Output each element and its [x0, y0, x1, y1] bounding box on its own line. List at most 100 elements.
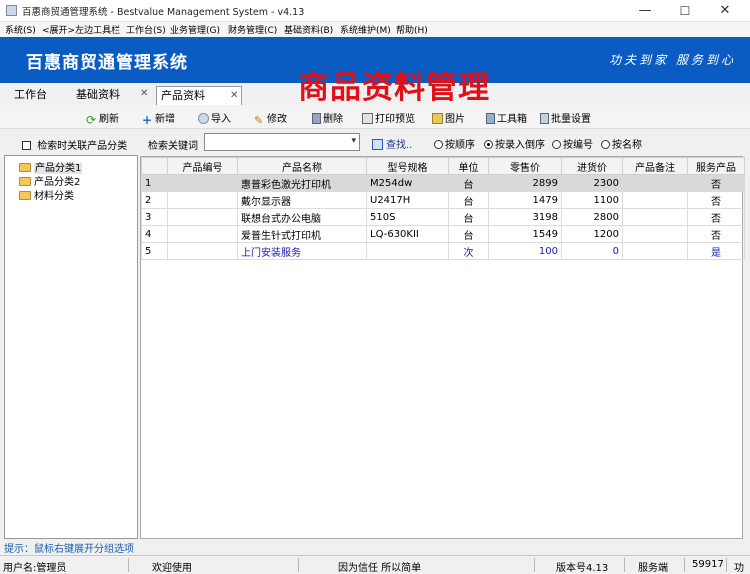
cell-model[interactable]: LQ-630KII [366, 225, 449, 243]
delete-button[interactable]: 删除 [312, 110, 343, 126]
cell-model[interactable] [366, 242, 449, 260]
sort-by-order-radio[interactable]: 按顺序 [434, 136, 475, 151]
menu-maintenance[interactable]: 系统维护(M) [340, 23, 391, 36]
radio-button[interactable] [434, 140, 443, 149]
column-header-service[interactable]: 服务产品 [687, 157, 745, 175]
search-input[interactable]: ▾ [204, 133, 360, 151]
column-header-remark[interactable]: 产品备注 [622, 157, 688, 175]
cell-purchase-price[interactable]: 0 [561, 242, 623, 260]
cell-remark[interactable] [622, 191, 688, 209]
cell-remark[interactable] [622, 242, 688, 260]
tab-close-icon[interactable]: ✕ [140, 88, 148, 99]
cell-name[interactable]: 爱普生针式打印机 [237, 225, 367, 243]
cell-unit[interactable]: 台 [448, 191, 489, 209]
cell-model[interactable]: U2417H [366, 191, 449, 209]
menu-finance[interactable]: 财务管理(C) [228, 23, 277, 36]
import-button[interactable]: 导入 [198, 110, 231, 126]
cell-remark[interactable] [622, 174, 688, 192]
column-header-name[interactable]: 产品名称 [237, 157, 367, 175]
cell-code[interactable] [167, 191, 238, 209]
menu-basic-data[interactable]: 基础资料(B) [284, 23, 333, 36]
cell-service[interactable]: 是 [687, 242, 745, 260]
refresh-button[interactable]: ⟳ 刷新 [86, 110, 119, 126]
tree-node-material-category[interactable]: 材料分类 [19, 187, 74, 202]
radio-button[interactable] [601, 140, 610, 149]
menu-business[interactable]: 业务管理(G) [170, 23, 220, 36]
cell-code[interactable] [167, 208, 238, 226]
tree-node-product-category-2[interactable]: 产品分类2 [19, 173, 80, 188]
tab-product-data[interactable]: 产品资料 ✕ [156, 86, 242, 105]
table-row[interactable]: 3 联想台式办公电脑 510S 台 3198 2800 否 [141, 208, 745, 226]
edit-button[interactable]: ✎ 修改 [254, 110, 287, 126]
minimize-button[interactable]: — [625, 0, 665, 22]
radio-button[interactable] [552, 140, 561, 149]
table-row[interactable]: 2 戴尔显示器 U2417H 台 1479 1100 否 [141, 191, 745, 209]
cell-service[interactable]: 否 [687, 208, 745, 226]
sort-by-name-radio[interactable]: 按名称 [601, 136, 642, 151]
find-button[interactable]: 查找.. [372, 136, 412, 151]
batch-settings-button[interactable]: 批量设置 [540, 110, 591, 126]
status-bar: 用户名:管理员 欢迎使用 因为信任 所以简单 版本号4.13 服务端 59917… [0, 555, 750, 574]
cell-code[interactable] [167, 242, 238, 260]
radio-button[interactable] [484, 140, 493, 149]
menu-expand-toolbar[interactable]: <展开>左边工具栏 [42, 23, 120, 36]
column-header-model[interactable]: 型号规格 [366, 157, 449, 175]
cell-code[interactable] [167, 174, 238, 192]
cell-retail-price[interactable]: 1549 [488, 225, 562, 243]
cell-purchase-price[interactable]: 1100 [561, 191, 623, 209]
print-preview-button[interactable]: 打印预览 [362, 110, 415, 126]
product-table[interactable]: 产品编号 产品名称 型号规格 单位 零售价 进货价 产品备注 服务产品 1 惠普… [140, 156, 745, 539]
cell-name[interactable]: 联想台式办公电脑 [237, 208, 367, 226]
window-title: 百惠商贸通管理系统 - Bestvalue Management System … [22, 7, 305, 18]
cell-purchase-price[interactable]: 2300 [561, 174, 623, 192]
cell-remark[interactable] [622, 208, 688, 226]
table-row[interactable]: 5 上门安装服务 次 100 0 是 [141, 242, 745, 260]
cell-retail-price[interactable]: 1479 [488, 191, 562, 209]
sort-by-entry-desc-radio[interactable]: 按录入倒序 [484, 136, 545, 151]
menu-workbench[interactable]: 工作台(S) [126, 23, 166, 36]
image-button[interactable]: 图片 [432, 110, 465, 126]
add-button[interactable]: + 新增 [142, 110, 175, 126]
cell-purchase-price[interactable]: 1200 [561, 225, 623, 243]
table-row[interactable]: 4 爱普生针式打印机 LQ-630KII 台 1549 1200 否 [141, 225, 745, 243]
cell-name[interactable]: 上门安装服务 [237, 242, 367, 260]
link-category-checkbox[interactable]: 检索时关联产品分类 [22, 137, 127, 152]
cell-unit[interactable]: 次 [448, 242, 489, 260]
column-header-purchase-price[interactable]: 进货价 [561, 157, 623, 175]
menu-system[interactable]: 系统(S) [5, 23, 36, 36]
cell-remark[interactable] [622, 225, 688, 243]
cell-unit[interactable]: 台 [448, 208, 489, 226]
chevron-down-icon[interactable]: ▾ [351, 136, 356, 146]
menu-help[interactable]: 帮助(H) [396, 23, 428, 36]
cell-unit[interactable]: 台 [448, 225, 489, 243]
tab-basic-data[interactable]: 基础资料 [72, 86, 134, 105]
cell-service[interactable]: 否 [687, 174, 745, 192]
column-header-code[interactable]: 产品编号 [167, 157, 238, 175]
cell-retail-price[interactable]: 2899 [488, 174, 562, 192]
category-tree[interactable]: 产品分类1 产品分类2 材料分类 [4, 155, 138, 539]
cell-service[interactable]: 否 [687, 225, 745, 243]
cell-service[interactable]: 否 [687, 191, 745, 209]
checkbox[interactable] [22, 141, 31, 150]
table-row[interactable]: 1 惠普彩色激光打印机 M254dw 台 2899 2300 否 [141, 174, 745, 192]
cell-retail-price[interactable]: 3198 [488, 208, 562, 226]
cell-code[interactable] [167, 225, 238, 243]
cell-model[interactable]: 510S [366, 208, 449, 226]
tree-node-product-category-1[interactable]: 产品分类1 [19, 159, 83, 174]
cell-model[interactable]: M254dw [366, 174, 449, 192]
tab-workbench[interactable]: 工作台 [10, 86, 62, 105]
column-header-retail-price[interactable]: 零售价 [488, 157, 562, 175]
table-header-row: 产品编号 产品名称 型号规格 单位 零售价 进货价 产品备注 服务产品 [141, 157, 745, 175]
cell-purchase-price[interactable]: 2800 [561, 208, 623, 226]
cell-retail-price[interactable]: 100 [488, 242, 562, 260]
slogan: 功夫到家 服务到心 [609, 53, 736, 67]
sort-by-code-radio[interactable]: 按编号 [552, 136, 593, 151]
cell-name[interactable]: 戴尔显示器 [237, 191, 367, 209]
close-button[interactable]: ✕ [705, 0, 745, 22]
maximize-button[interactable]: ☐ [665, 0, 705, 22]
cell-unit[interactable]: 台 [448, 174, 489, 192]
cell-name[interactable]: 惠普彩色激光打印机 [237, 174, 367, 192]
column-header-unit[interactable]: 单位 [448, 157, 489, 175]
tab-close-icon[interactable]: ✕ [230, 87, 238, 104]
toolbox-button[interactable]: 工具箱 [486, 110, 527, 126]
